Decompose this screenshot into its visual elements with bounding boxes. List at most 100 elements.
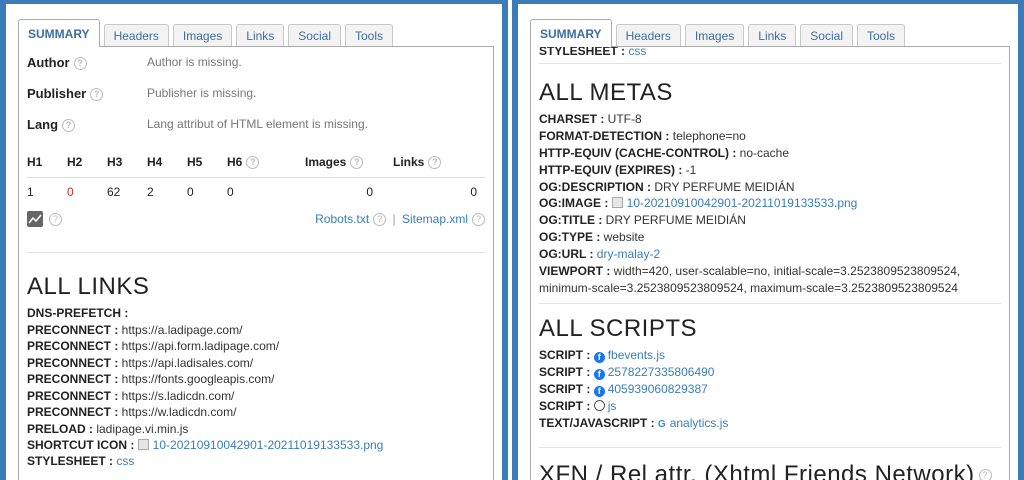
meta-row: HTTP-EQUIV (EXPIRES) : -1: [539, 163, 697, 177]
help-icon[interactable]: ?: [90, 88, 104, 102]
link-row: PRECONNECT : https://api.ladisales.com/: [27, 355, 254, 370]
viewport-row: VIEWPORT : width=420, user-scalable=no, …: [539, 264, 961, 278]
separator: |: [392, 212, 396, 226]
stylesheet-row: STYLESHEET : css: [539, 46, 647, 58]
script-link[interactable]: 2578227335806490: [608, 365, 715, 379]
script-row: SCRIPT : f fbevents.js: [539, 348, 666, 363]
author-row: Author? Author is missing.: [27, 55, 485, 75]
links-header: Links?: [393, 147, 485, 178]
og-url-row: OG:URL : dry-malay-2: [539, 247, 661, 261]
lang-value: Lang attribut of HTML element is missing…: [147, 117, 368, 131]
h4-header: H4: [147, 147, 187, 178]
link-row: PRECONNECT : https://fonts.googleapis.co…: [27, 372, 275, 386]
script-link[interactable]: 405939060829387: [608, 382, 708, 396]
help-icon[interactable]: ?: [373, 213, 387, 227]
og-image-link[interactable]: 10-20210910042901-20211019133533.png: [627, 196, 858, 210]
help-icon[interactable]: ?: [978, 469, 992, 480]
facebook-icon: f: [593, 386, 605, 397]
tab-summary[interactable]: SUMMARY: [530, 19, 612, 47]
sitemap-link[interactable]: Sitemap.xml: [402, 212, 468, 226]
viewport-row-cont: minimum-scale=3.2523809523809524, maximu…: [539, 281, 958, 295]
lang-row: Lang? Lang attribut of HTML element is m…: [27, 117, 485, 137]
tab-images[interactable]: Images: [172, 24, 233, 46]
stylesheet-link[interactable]: css: [116, 454, 134, 468]
globe-icon: [593, 400, 605, 411]
left-panel: SUMMARY Headers Images Links Social Tool…: [0, 0, 508, 480]
image-icon: [611, 197, 623, 208]
help-icon[interactable]: ?: [62, 119, 76, 133]
all-scripts-title: ALL SCRIPTS: [539, 315, 697, 342]
summary-content: Author? Author is missing. Publisher? Pu…: [18, 46, 494, 480]
link-row: PRECONNECT : https://api.form.ladipage.c…: [27, 339, 280, 353]
robots-link[interactable]: Robots.txt: [315, 212, 369, 226]
help-icon[interactable]: ?: [428, 155, 442, 169]
help-icon[interactable]: ?: [472, 213, 485, 227]
headings-header-row: H1 H2 H3 H4 H5 H6? Images? Links?: [27, 147, 485, 178]
h3-count: 62: [107, 185, 121, 200]
h6-header: H6?: [227, 147, 305, 178]
script-link[interactable]: fbevents.js: [608, 348, 665, 362]
publisher-label: Publisher?: [27, 86, 104, 102]
script-row: TEXT/JAVASCRIPT : Ganalytics.js: [539, 415, 1005, 434]
chart-icon[interactable]: [27, 211, 43, 227]
h6-count: 0: [227, 185, 234, 200]
help-icon[interactable]: ?: [49, 213, 62, 226]
meta-row: HTTP-EQUIV (CACHE-CONTROL) : no-cache: [539, 146, 790, 160]
divider: [539, 63, 1001, 64]
divider: [539, 447, 1001, 448]
link-row: PRECONNECT : https://s.ladicdn.com/: [27, 388, 235, 403]
h4-count: 2: [147, 185, 154, 200]
headings-table: H1 H2 H3 H4 H5 H6? Images? Links? 1 0 62…: [27, 147, 485, 207]
tab-tools[interactable]: Tools: [856, 24, 905, 46]
right-panel: SUMMARY Headers Images Links Social Tool…: [512, 0, 1024, 480]
images-count: 0: [366, 185, 373, 200]
h1-count: 1: [27, 185, 34, 200]
left-panel-body: SUMMARY Headers Images Links Social Tool…: [6, 4, 502, 480]
meta-row: OG:DESCRIPTION : DRY PERFUME MEIDIÁN: [539, 180, 795, 194]
help-icon[interactable]: ?: [246, 155, 260, 169]
h2-count: 0: [67, 185, 74, 200]
shortcut-icon-link[interactable]: 10-20210910042901-20211019133533.png: [153, 438, 384, 452]
xfn-title: XFN / Rel attr. (Xhtml Friends Network)?: [539, 461, 992, 480]
robots-sitemap-row: ? Robots.txt? | Sitemap.xml?: [27, 209, 485, 231]
tab-social[interactable]: Social: [800, 24, 853, 46]
og-type-row: OG:TYPE : website: [539, 230, 645, 244]
images-header: Images?: [305, 147, 393, 178]
meta-row: CHARSET : UTF-8: [539, 112, 642, 126]
h1-header: H1: [27, 147, 67, 178]
shortcut-icon-row: SHORTCUT ICON : 10-20210910042901-202110…: [27, 438, 384, 452]
tab-links[interactable]: Links: [748, 24, 797, 46]
summary-content: STYLESHEET : css ALL METAS CHARSET : UTF…: [530, 46, 1010, 480]
h3-header: H3: [107, 147, 147, 178]
image-icon: [137, 439, 149, 450]
all-links-title: ALL LINKS: [27, 273, 150, 300]
script-link[interactable]: js: [608, 399, 617, 413]
script-link[interactable]: analytics.js: [670, 416, 729, 430]
publisher-value: Publisher is missing.: [147, 86, 257, 100]
tab-headers[interactable]: Headers: [103, 24, 169, 46]
og-image-row: OG:IMAGE : 10-20210910042901-20211019133…: [539, 196, 858, 210]
google-icon: G: [657, 419, 666, 430]
h5-header: H5: [187, 147, 227, 178]
facebook-icon: f: [593, 369, 605, 380]
links-count: 0: [470, 185, 477, 200]
tab-social[interactable]: Social: [288, 24, 341, 46]
stylesheet-row: STYLESHEET : css: [27, 454, 135, 468]
link-row: PRECONNECT : https://a.ladipage.com/: [27, 322, 243, 337]
help-icon[interactable]: ?: [350, 155, 364, 169]
stylesheet-link[interactable]: css: [628, 47, 646, 58]
tab-summary[interactable]: SUMMARY: [18, 19, 100, 47]
h2-header: H2: [67, 147, 107, 178]
tab-images[interactable]: Images: [684, 24, 745, 46]
h5-count: 0: [187, 185, 194, 200]
tab-headers[interactable]: Headers: [615, 24, 681, 46]
tab-links[interactable]: Links: [236, 24, 285, 46]
help-icon[interactable]: ?: [73, 57, 87, 71]
tab-tools[interactable]: Tools: [344, 24, 393, 46]
link-row: PRECONNECT : https://w.ladicdn.com/: [27, 405, 237, 419]
author-value: Author is missing.: [147, 55, 242, 69]
og-url-link[interactable]: dry-malay-2: [597, 247, 660, 261]
divider: [539, 303, 1001, 304]
author-label: Author?: [27, 55, 87, 71]
all-metas-title: ALL METAS: [539, 79, 673, 106]
